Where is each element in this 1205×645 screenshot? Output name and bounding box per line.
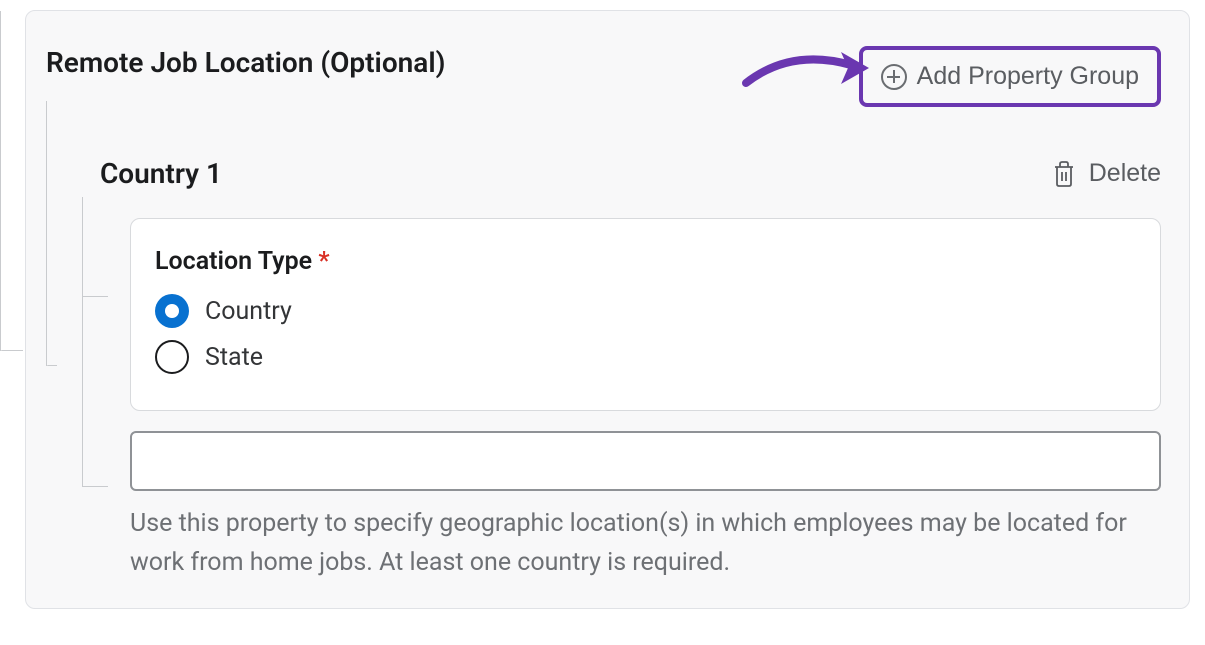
radio-icon-selected <box>155 294 189 328</box>
help-text: Use this property to specify geographic … <box>130 505 1161 583</box>
radio-label-country: Country <box>205 297 292 326</box>
panel-title: Remote Job Location (Optional) <box>46 46 445 79</box>
radio-label-state: State <box>205 343 263 372</box>
group-header: Country 1 Delete <box>100 157 1161 190</box>
location-value-input[interactable] <box>130 431 1161 491</box>
tree-connector <box>0 11 1 351</box>
add-property-group-button[interactable]: Add Property Group <box>859 46 1161 107</box>
radio-option-state[interactable]: State <box>155 340 1136 374</box>
required-marker: * <box>318 247 329 276</box>
location-value-section: Use this property to specify geographic … <box>130 431 1161 583</box>
plus-circle-icon <box>881 64 907 90</box>
location-type-label: Location Type * <box>155 247 1136 276</box>
delete-button[interactable]: Delete <box>1053 159 1161 188</box>
group-title: Country 1 <box>100 157 222 190</box>
delete-label: Delete <box>1089 159 1161 188</box>
trash-icon <box>1053 161 1075 187</box>
remote-job-location-panel: Remote Job Location (Optional) Add Prope… <box>25 10 1190 609</box>
radio-option-country[interactable]: Country <box>155 294 1136 328</box>
radio-icon-unselected <box>155 340 189 374</box>
location-type-card: Location Type * Country State <box>130 218 1161 411</box>
location-type-label-text: Location Type <box>155 247 312 276</box>
panel-header: Remote Job Location (Optional) Add Prope… <box>46 46 1161 107</box>
property-group: Country 1 Delete Location Type * <box>78 157 1161 583</box>
tree-connector <box>46 101 47 366</box>
add-property-group-label: Add Property Group <box>917 62 1139 91</box>
